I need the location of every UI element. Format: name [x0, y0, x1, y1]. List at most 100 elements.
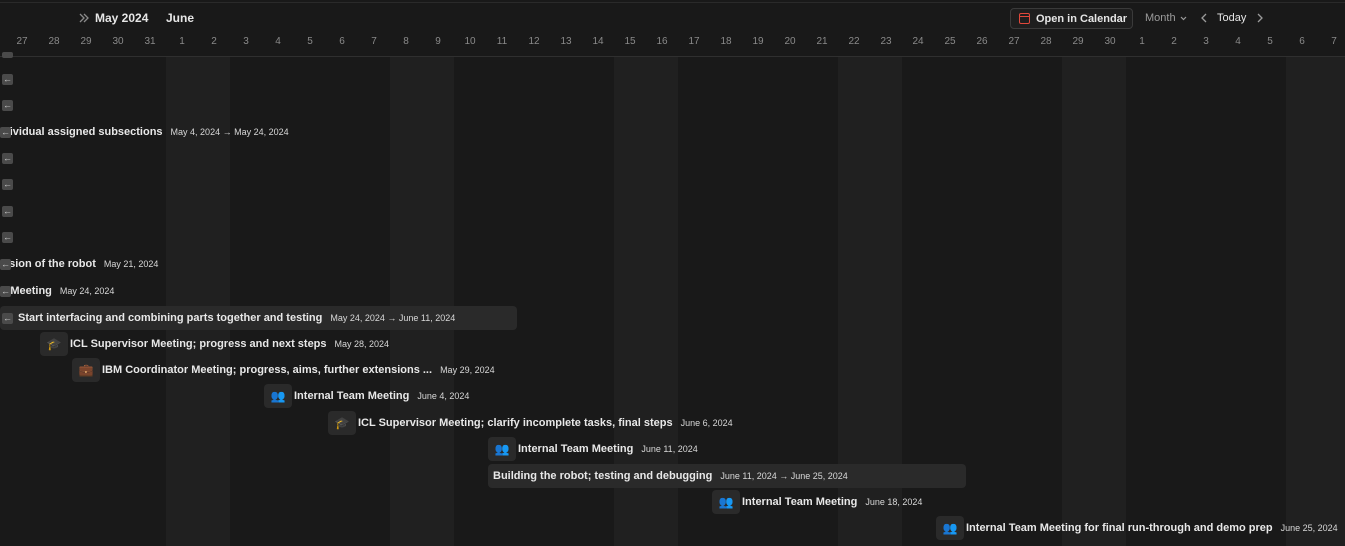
scroll-to-event-arrow-icon[interactable]: ← [0, 258, 11, 270]
timeline-event[interactable]: 🎓 ICL Supervisor Meeting; progress and n… [40, 332, 389, 356]
event-date: May 28, 2024 [334, 339, 390, 349]
people-icon: 👥 [494, 442, 510, 456]
event-date: June 11, 2024 → June 25, 2024 [720, 471, 848, 481]
event-date: June 11, 2024 [641, 444, 698, 454]
divider [0, 2, 1345, 3]
timeline-event[interactable]: 👥 Internal Team Meeting for final run-th… [936, 516, 1338, 540]
scroll-to-event-arrow-icon[interactable]: ← [2, 312, 13, 324]
day-number: 7 [1331, 36, 1337, 47]
event-title: IBM Coordinator Meeting; progress, aims,… [102, 364, 433, 376]
timeline-event[interactable]: 👥 Internal Team Meeting June 18, 2024 [712, 490, 922, 514]
briefcase-icon: 💼 [78, 363, 94, 377]
day-number: 3 [1203, 36, 1209, 47]
scroll-to-event-arrow-icon[interactable]: ← [0, 285, 11, 297]
scroll-to-event-arrow-icon[interactable]: ← [2, 74, 13, 85]
event-date: June 6, 2024 [680, 418, 733, 428]
timeline-event[interactable]: 🎓 ICL Supervisor Meeting; clarify incomp… [328, 411, 733, 435]
day-number: 15 [624, 36, 636, 47]
next-month-label: June [166, 11, 195, 25]
calendar-icon [1019, 13, 1030, 24]
graduation-cap-icon: 🎓 [334, 416, 350, 430]
timeline-event[interactable]: ← ssion of the robot May 21, 2024 [0, 252, 158, 276]
day-number: 20 [784, 36, 796, 47]
day-number: 14 [592, 36, 604, 47]
open-in-calendar-label: Open in Calendar [1036, 12, 1128, 25]
day-number: 5 [307, 36, 313, 47]
event-icon-box: 💼 [72, 358, 100, 382]
event-title: Internal Team Meeting [518, 443, 634, 455]
day-number: 7 [371, 36, 377, 47]
day-number: 27 [16, 36, 28, 47]
day-number: 21 [816, 36, 828, 47]
event-title: ICL Supervisor Meeting; progress and nex… [70, 338, 327, 350]
day-number: 1 [1139, 36, 1145, 47]
day-number: 9 [435, 36, 441, 47]
previous-chevron-icon[interactable] [1199, 10, 1209, 26]
event-title: ICL Supervisor Meeting; clarify incomple… [358, 417, 673, 429]
day-number: 24 [912, 36, 924, 47]
today-button[interactable]: Today [1217, 12, 1246, 24]
day-number: 28 [48, 36, 60, 47]
event-icon-box: 👥 [712, 490, 740, 514]
open-in-calendar-button[interactable]: Open in Calendar [1010, 8, 1133, 29]
event-icon-box: 👥 [936, 516, 964, 540]
day-number: 13 [560, 36, 572, 47]
day-number: 27 [1008, 36, 1020, 47]
day-number: 19 [752, 36, 764, 47]
timeline-event[interactable]: ← r Meeting May 24, 2024 [0, 279, 114, 303]
event-date: June 25, 2024 [1280, 523, 1338, 533]
day-number: 10 [464, 36, 476, 47]
scroll-to-event-arrow-icon[interactable]: ← [2, 179, 13, 190]
day-number: 22 [848, 36, 860, 47]
event-icon-box: 🎓 [328, 411, 356, 435]
day-number: 11 [496, 36, 508, 47]
timeline-event[interactable]: Building the robot; testing and debuggin… [488, 464, 966, 488]
event-date: May 29, 2024 [440, 365, 495, 375]
event-title: ssion of the robot [3, 258, 96, 270]
day-number: 12 [528, 36, 540, 47]
day-number: 1 [179, 36, 185, 47]
current-month-label: May 2024 [95, 11, 149, 25]
scroll-to-event-arrow-icon[interactable]: ← [0, 126, 11, 138]
day-number: 30 [1104, 36, 1116, 47]
event-icon-box: 👥 [264, 384, 292, 408]
day-number: 17 [688, 36, 700, 47]
day-number: 4 [1235, 36, 1241, 47]
day-number: 18 [720, 36, 732, 47]
event-date: May 4, 2024 → May 24, 2024 [170, 127, 289, 137]
double-chevron-right-icon[interactable] [77, 11, 91, 25]
event-date: May 21, 2024 [103, 259, 159, 269]
event-title: Internal Team Meeting [294, 390, 410, 402]
timeline-event[interactable]: ← dividual assigned subsections May 4, 2… [0, 120, 289, 144]
event-date: May 24, 2024 → June 11, 2024 [330, 313, 456, 323]
day-number: 23 [880, 36, 892, 47]
day-number: 29 [1072, 36, 1084, 47]
timeline-event[interactable]: 👥 Internal Team Meeting June 4, 2024 [264, 384, 469, 408]
event-date: June 4, 2024 [417, 391, 470, 401]
graduation-cap-icon: 🎓 [46, 337, 62, 351]
day-number: 2 [211, 36, 217, 47]
scroll-to-event-arrow-icon[interactable]: ← [2, 206, 13, 217]
event-title: dividual assigned subsections [3, 126, 163, 138]
view-mode-select[interactable]: Month [1145, 12, 1188, 24]
timeline-view: May 2024 June Open in Calendar Month Tod… [0, 0, 1345, 546]
timeline-event[interactable]: 💼 IBM Coordinator Meeting; progress, aim… [72, 358, 495, 382]
scroll-to-event-arrow-icon[interactable] [2, 52, 13, 58]
scroll-to-event-arrow-icon[interactable]: ← [2, 100, 13, 111]
day-number: 28 [1040, 36, 1052, 47]
day-number: 2 [1171, 36, 1177, 47]
event-title: Building the robot; testing and debuggin… [493, 470, 713, 482]
view-mode-label: Month [1145, 12, 1176, 24]
next-chevron-icon[interactable] [1255, 10, 1265, 26]
scroll-to-event-arrow-icon[interactable]: ← [2, 153, 13, 164]
event-icon-box: 🎓 [40, 332, 68, 356]
weekend-shade [390, 56, 454, 546]
timeline-event[interactable]: 👥 Internal Team Meeting June 11, 2024 [488, 437, 698, 461]
weekend-shade [1286, 56, 1345, 546]
day-number: 4 [275, 36, 281, 47]
event-title: Internal Team Meeting [742, 496, 858, 508]
scroll-to-event-arrow-icon[interactable]: ← [2, 232, 13, 243]
day-number: 6 [1299, 36, 1305, 47]
timeline-header: May 2024 June Open in Calendar Month Tod… [0, 0, 1345, 57]
timeline-event[interactable]: ← Start interfacing and combining parts … [0, 306, 517, 330]
